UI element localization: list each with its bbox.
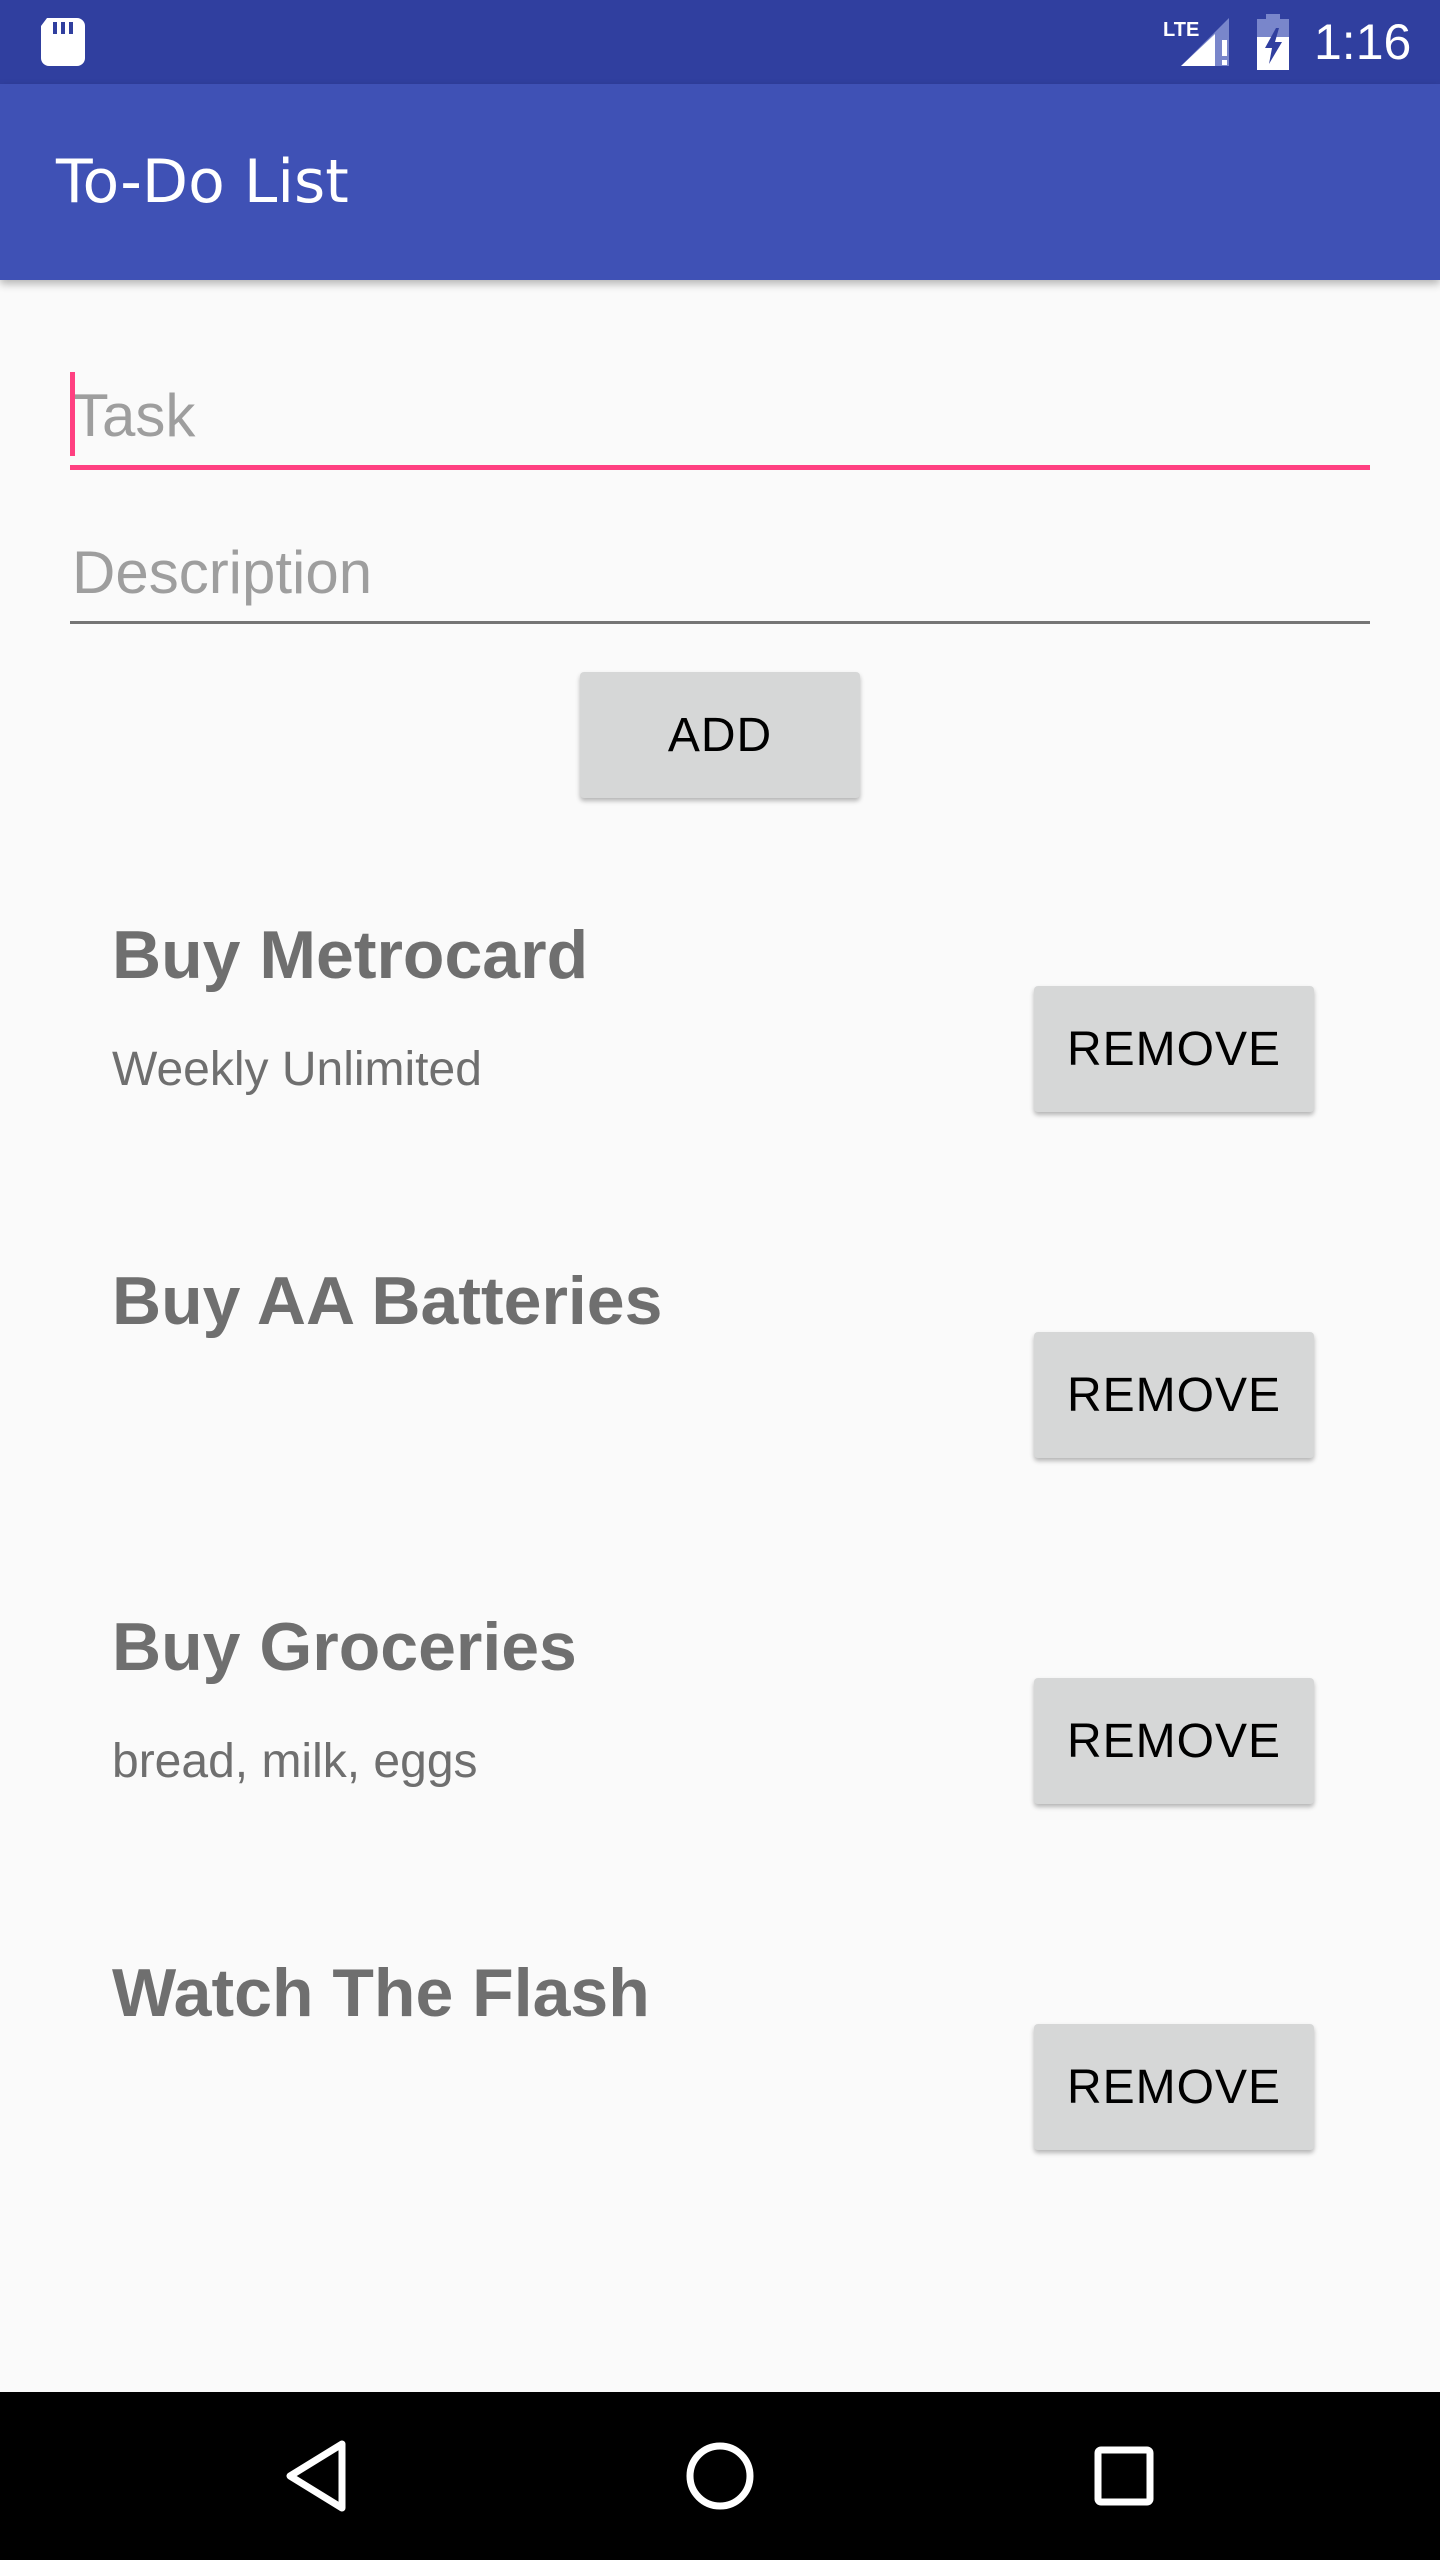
description-input[interactable] bbox=[70, 520, 1370, 624]
task-title: Watch The Flash bbox=[112, 1955, 650, 2031]
task-field[interactable] bbox=[70, 360, 1370, 470]
lte-signal-icon: LTE bbox=[1163, 18, 1229, 66]
task-item: Watch The Flash REMOVE bbox=[0, 1948, 1440, 2288]
app-title: To-Do List bbox=[56, 147, 349, 217]
remove-button[interactable]: REMOVE bbox=[1034, 986, 1314, 1112]
task-underline bbox=[70, 465, 1370, 470]
task-item: Buy Groceries bread, milk, eggs REMOVE bbox=[0, 1602, 1440, 1942]
task-title: Buy AA Batteries bbox=[112, 1263, 663, 1339]
status-bar: LTE 1:16 bbox=[0, 0, 1440, 84]
navigation-bar bbox=[0, 2392, 1440, 2560]
description-field[interactable] bbox=[70, 520, 1370, 624]
remove-button[interactable]: REMOVE bbox=[1034, 1332, 1314, 1458]
add-button[interactable]: ADD bbox=[580, 672, 860, 798]
text-cursor bbox=[70, 372, 75, 456]
description-underline bbox=[70, 621, 1370, 624]
status-time: 1:16 bbox=[1314, 14, 1412, 70]
back-icon[interactable] bbox=[266, 2426, 366, 2526]
task-input[interactable] bbox=[70, 360, 1370, 470]
recents-icon[interactable] bbox=[1074, 2426, 1174, 2526]
task-description: Weekly Unlimited bbox=[112, 1043, 482, 1096]
remove-button[interactable]: REMOVE bbox=[1034, 1678, 1314, 1804]
sd-card-icon bbox=[41, 18, 85, 66]
lte-label: LTE bbox=[1163, 19, 1199, 41]
task-item: Buy AA Batteries REMOVE bbox=[0, 1256, 1440, 1596]
home-icon[interactable] bbox=[670, 2426, 770, 2526]
app-bar: To-Do List bbox=[0, 84, 1440, 280]
task-item: Buy Metrocard Weekly Unlimited REMOVE bbox=[0, 910, 1440, 1250]
remove-button[interactable]: REMOVE bbox=[1034, 2024, 1314, 2150]
task-description: bread, milk, eggs bbox=[112, 1735, 478, 1788]
task-title: Buy Groceries bbox=[112, 1609, 577, 1685]
task-title: Buy Metrocard bbox=[112, 917, 589, 993]
battery-charging-icon bbox=[1257, 14, 1289, 70]
